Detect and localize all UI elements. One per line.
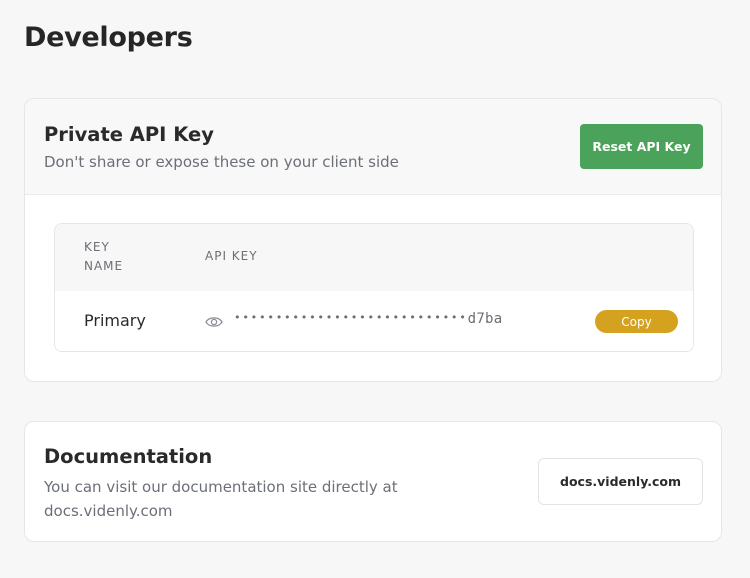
private-api-key-card: Private API Key Don't share or expose th… <box>24 98 722 382</box>
docs-link-button[interactable]: docs.videnly.com <box>538 458 703 505</box>
header-text: KEY <box>84 240 110 254</box>
column-header-key-name: KEY NAME <box>84 238 144 276</box>
masked-api-key: ••••••••••••••••••••••••••••d7ba <box>234 311 503 327</box>
api-key-table: KEY NAME API KEY Primary •••••••••••••••… <box>54 223 694 352</box>
table-header: KEY NAME API KEY <box>55 224 693 291</box>
table-row: Primary ••••••••••••••••••••••••••••d7ba… <box>55 291 693 351</box>
copy-button[interactable]: Copy <box>595 310 678 333</box>
eye-icon[interactable] <box>205 314 223 328</box>
card-header: Private API Key Don't share or expose th… <box>25 99 721 195</box>
card-description: You can visit our documentation site dir… <box>44 478 398 520</box>
key-suffix: d7ba <box>467 311 503 327</box>
key-name-cell: Primary <box>84 311 146 330</box>
card-title: Documentation <box>44 445 213 468</box>
column-header-api-key: API KEY <box>205 249 258 263</box>
masked-dots: •••••••••••••••••••••••••••• <box>234 311 468 324</box>
header-text: NAME <box>84 259 124 273</box>
card-subtitle: Don't share or expose these on your clie… <box>44 153 399 171</box>
documentation-card: Documentation You can visit our document… <box>24 421 722 542</box>
reset-api-key-button[interactable]: Reset API Key <box>580 124 703 169</box>
page-title: Developers <box>24 22 193 53</box>
card-title: Private API Key <box>44 123 214 146</box>
